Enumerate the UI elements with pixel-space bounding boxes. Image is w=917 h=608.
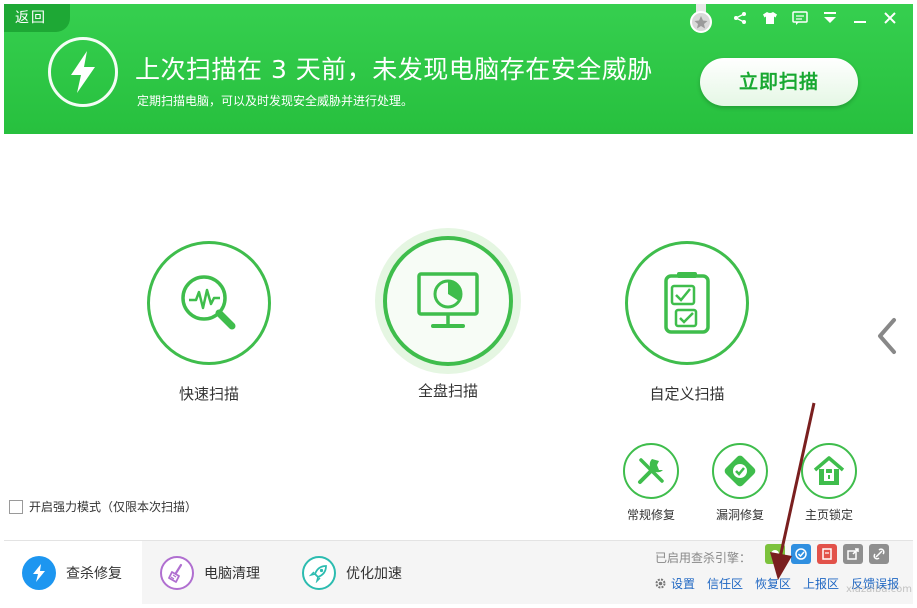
back-button[interactable]: 返回 — [4, 4, 70, 32]
general-repair-label: 常规修复 — [611, 506, 691, 523]
footer-links: 设置 信任区 恢复区 上报区 反馈误报 — [654, 575, 911, 592]
broom-icon — [160, 556, 194, 590]
vulnerability-shield-icon — [712, 443, 768, 499]
minimize-icon[interactable] — [849, 8, 871, 28]
share-icon[interactable] — [729, 8, 751, 28]
quick-scan-label: 快速扫描 — [139, 383, 279, 404]
tab-optimize-speedup[interactable]: 优化加速 — [302, 541, 432, 604]
header-banner: 返回 上次扫描在 3 天前，未发现电脑存在安全威胁 定期扫描电脑，可以及时发现安… — [4, 4, 913, 134]
wrench-screwdriver-icon — [623, 443, 679, 499]
strong-mode-checkbox[interactable] — [9, 500, 23, 514]
menu-dropdown-icon[interactable] — [819, 8, 841, 28]
custom-scan-label: 自定义扫描 — [617, 383, 757, 404]
next-page-arrow-icon[interactable] — [874, 316, 900, 356]
report-zone-link[interactable]: 上报区 — [803, 575, 839, 592]
tab-optimize-speedup-label: 优化加速 — [346, 563, 402, 583]
strong-mode-option: 开启强力模式（仅限本次扫描） — [9, 498, 197, 515]
quick-scan-icon — [147, 241, 271, 365]
settings-link[interactable]: 设置 — [671, 575, 695, 592]
recovery-zone-link[interactable]: 恢复区 — [755, 575, 791, 592]
rocket-icon — [302, 556, 336, 590]
scan-status-headline: 上次扫描在 3 天前，未发现电脑存在安全威胁 — [135, 50, 653, 86]
tab-pc-cleanup[interactable]: 电脑清理 — [160, 541, 290, 604]
bottom-nav-bar: 查杀修复 电脑清理 优化加速 已启用查杀引擎： — [4, 540, 913, 604]
custom-scan-icon — [625, 241, 749, 365]
engine-doc-icon[interactable] — [817, 544, 837, 564]
engine-icons — [765, 544, 889, 564]
bolt-status-icon — [48, 37, 118, 107]
home-lock-icon — [801, 443, 857, 499]
homepage-lock-label: 主页锁定 — [789, 506, 869, 523]
engine-check-icon[interactable] — [791, 544, 811, 564]
scan-status-subline: 定期扫描电脑，可以及时发现安全威胁并进行处理。 — [137, 92, 413, 109]
shield-bolt-icon — [22, 556, 56, 590]
full-scan-option[interactable]: 全盘扫描 — [378, 236, 518, 401]
engine-cloud-icon[interactable] — [765, 544, 785, 564]
engines-label: 已启用查杀引擎： — [655, 549, 751, 566]
full-scan-label: 全盘扫描 — [378, 380, 518, 401]
quick-scan-option[interactable]: 快速扫描 — [139, 241, 279, 404]
strong-mode-label: 开启强力模式（仅限本次扫描） — [29, 498, 197, 515]
tab-virus-repair[interactable]: 查杀修复 — [4, 541, 142, 604]
homepage-lock-tool[interactable]: 主页锁定 — [789, 443, 869, 523]
window-controls — [729, 8, 901, 28]
engine-link-icon[interactable] — [869, 544, 889, 564]
vulnerability-repair-label: 漏洞修复 — [700, 506, 780, 523]
tab-virus-repair-label: 查杀修复 — [66, 563, 122, 583]
custom-scan-option[interactable]: 自定义扫描 — [617, 241, 757, 404]
engine-export-icon[interactable] — [843, 544, 863, 564]
false-positive-feedback-link[interactable]: 反馈误报 — [851, 575, 899, 592]
skin-shirt-icon[interactable] — [759, 8, 781, 28]
scan-now-button[interactable]: 立即扫描 — [700, 58, 858, 106]
tab-pc-cleanup-label: 电脑清理 — [204, 563, 260, 583]
message-icon[interactable] — [789, 8, 811, 28]
full-scan-icon — [383, 236, 513, 366]
trust-zone-link[interactable]: 信任区 — [707, 575, 743, 592]
medal-icon[interactable] — [688, 4, 714, 34]
vulnerability-repair-tool[interactable]: 漏洞修复 — [700, 443, 780, 523]
gear-icon[interactable] — [654, 577, 667, 590]
close-icon[interactable] — [879, 8, 901, 28]
general-repair-tool[interactable]: 常规修复 — [611, 443, 691, 523]
